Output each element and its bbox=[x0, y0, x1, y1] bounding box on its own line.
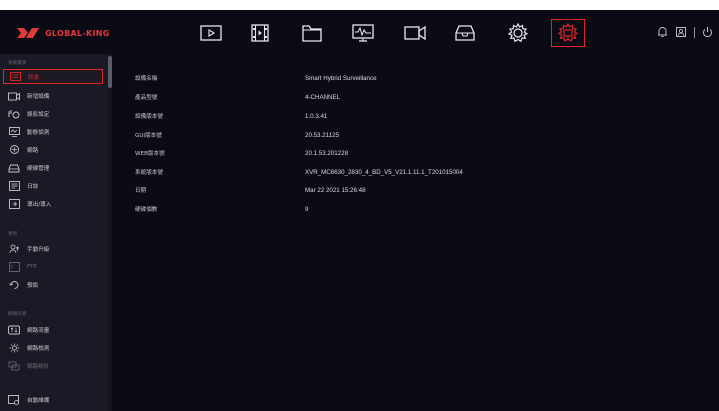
sidebar-item-label: FTP bbox=[27, 264, 37, 270]
info-value: 4-CHANNEL bbox=[305, 93, 341, 101]
folder-icon[interactable] bbox=[297, 20, 327, 46]
info-row: 日期 Mar 22 2021 15:26:48 bbox=[135, 185, 366, 195]
info-value: Smart Hybrid Surveillance bbox=[305, 74, 377, 82]
sidebar-item-label: 網路 bbox=[27, 148, 39, 154]
sidebar-section-title: 更新 bbox=[8, 232, 18, 237]
sidebar-item-default[interactable]: 預設 bbox=[8, 278, 104, 292]
device-info-panel: 設備名稱 Smart Hybrid Surveillance 產品型號 4-CH… bbox=[112, 54, 719, 411]
playback-icon[interactable] bbox=[196, 20, 226, 46]
info-value: 20.1.53.201228 bbox=[305, 149, 349, 157]
info-icon bbox=[9, 72, 21, 82]
top-bar: GLOBAL-KING bbox=[0, 10, 719, 54]
settings-icon[interactable] bbox=[503, 20, 533, 46]
motion-icon bbox=[8, 127, 20, 137]
sidebar-item-label: 新增設備 bbox=[27, 94, 50, 100]
film-icon[interactable] bbox=[245, 20, 275, 46]
sidebar-item-label: 導出/導入 bbox=[27, 202, 52, 208]
sidebar-item-label: 訊息 bbox=[28, 74, 40, 81]
sidebar-item-traffic[interactable]: 網路流量 bbox=[8, 323, 104, 337]
logo-text: GLOBAL-KING bbox=[45, 28, 110, 38]
camera-add-icon bbox=[8, 91, 20, 101]
network-icon bbox=[8, 145, 20, 155]
sidebar-item-label: 錄影設定 bbox=[27, 112, 50, 118]
hdd-icon[interactable] bbox=[450, 20, 480, 46]
info-key: 設備版本號 bbox=[135, 114, 163, 120]
info-row: 硬碟個數 9 bbox=[135, 204, 308, 214]
svg-text:F: F bbox=[11, 265, 14, 270]
sidebar-item-label: 網路統計 bbox=[27, 364, 50, 370]
logo: GLOBAL-KING bbox=[16, 24, 110, 42]
sidebar-item-label: 自動維護 bbox=[27, 398, 50, 404]
info-key: 日期 bbox=[135, 188, 147, 194]
network-test-icon bbox=[8, 343, 20, 353]
traffic-icon bbox=[8, 325, 20, 335]
sidebar-item-label: 動態偵測 bbox=[27, 130, 50, 136]
sidebar-item-upgrade[interactable]: 手動升級 bbox=[8, 242, 104, 256]
dvr-app: GLOBAL-KING 系統資訊 訊息 新增設備 錄影設定 動態偵測 網路 硬碟… bbox=[0, 10, 719, 411]
info-value: 20.53.21125 bbox=[305, 131, 339, 139]
ftp-icon: F bbox=[8, 262, 20, 272]
sidebar-item-net-stats[interactable]: 網路統計 bbox=[8, 359, 104, 373]
info-row: 產品型號 4-CHANNEL bbox=[135, 92, 340, 102]
sidebar-item-export[interactable]: 導出/導入 bbox=[8, 197, 104, 211]
export-icon bbox=[8, 199, 20, 209]
sidebar-item-label: 日誌 bbox=[27, 184, 39, 190]
log-icon bbox=[8, 181, 20, 191]
info-key: WEB版本號 bbox=[135, 151, 165, 157]
divider bbox=[694, 26, 695, 38]
sidebar-item-label: 網路流量 bbox=[27, 328, 50, 334]
net-stats-icon bbox=[8, 361, 20, 371]
sidebar-item-label: 預設 bbox=[27, 283, 39, 289]
record-icon bbox=[8, 109, 20, 119]
info-key: 產品型號 bbox=[135, 95, 158, 101]
sidebar-item-disk[interactable]: 硬碟管理 bbox=[8, 161, 104, 175]
sidebar-item-ftp[interactable]: F FTP bbox=[8, 260, 104, 274]
upgrade-icon bbox=[8, 244, 20, 254]
sidebar-item-network-test[interactable]: 網路檢測 bbox=[8, 341, 104, 355]
sidebar-item-info[interactable]: 訊息 bbox=[3, 69, 103, 84]
user-icon[interactable] bbox=[675, 26, 687, 38]
info-row: GUI版本號 20.53.21125 bbox=[135, 130, 339, 140]
sidebar-item-record[interactable]: 錄影設定 bbox=[8, 107, 104, 121]
info-key: 硬碟個數 bbox=[135, 207, 158, 213]
info-row: 設備版本號 1.0.3.41 bbox=[135, 111, 327, 121]
info-value: 9 bbox=[305, 205, 309, 213]
info-value: XVR_MC6630_2830_4_BD_V5_V21.1.11.1_T2010… bbox=[305, 168, 463, 176]
info-value: Mar 22 2021 15:26:48 bbox=[305, 186, 366, 194]
info-row: WEB版本號 20.1.53.201228 bbox=[135, 148, 348, 158]
sidebar-item-label: 手動升級 bbox=[27, 247, 50, 253]
system-settings-icon[interactable] bbox=[551, 19, 585, 47]
sidebar-item-add-device[interactable]: 新增設備 bbox=[8, 89, 104, 103]
info-row: 系統版本號 XVR_MC6630_2830_4_BD_V5_V21.1.11.1… bbox=[135, 167, 463, 177]
sidebar-item-network[interactable]: 網路 bbox=[8, 143, 104, 157]
sidebar-section-title: 網路訊息 bbox=[8, 312, 27, 317]
info-key: GUI版本號 bbox=[135, 133, 162, 139]
info-value: 1.0.3.41 bbox=[305, 112, 328, 120]
power-icon[interactable] bbox=[702, 26, 713, 38]
info-key: 系統版本號 bbox=[135, 170, 163, 176]
disk-icon bbox=[8, 163, 20, 173]
sidebar-item-motion[interactable]: 動態偵測 bbox=[8, 125, 104, 139]
sidebar-item-label: 硬碟管理 bbox=[27, 166, 50, 172]
sidebar: 系統資訊 訊息 新增設備 錄影設定 動態偵測 網路 硬碟管理 日誌 導出/導入 … bbox=[0, 54, 112, 411]
sidebar-item-label: 網路檢測 bbox=[27, 346, 50, 352]
info-row: 設備名稱 Smart Hybrid Surveillance bbox=[135, 73, 377, 83]
sidebar-section-title: 系統資訊 bbox=[8, 61, 27, 66]
top-right-tools bbox=[657, 26, 713, 38]
maintenance-icon bbox=[8, 395, 20, 405]
logo-mark-icon bbox=[17, 28, 39, 38]
camera-icon[interactable] bbox=[400, 20, 430, 46]
sidebar-item-log[interactable]: 日誌 bbox=[8, 179, 104, 193]
monitor-icon[interactable] bbox=[348, 20, 378, 46]
info-key: 設備名稱 bbox=[135, 76, 158, 82]
bell-icon[interactable] bbox=[657, 26, 668, 38]
sidebar-item-maintenance[interactable]: 自動維護 bbox=[8, 393, 104, 407]
default-icon bbox=[8, 280, 20, 290]
